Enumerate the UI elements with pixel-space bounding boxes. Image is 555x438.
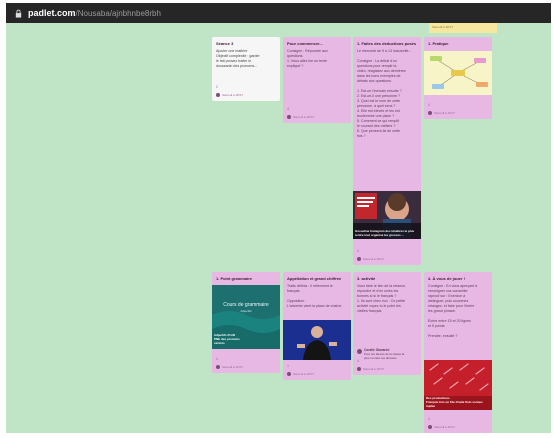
avatar [287, 115, 291, 119]
comment-count-value: 4 [357, 249, 359, 253]
post-title: 3. activité [357, 276, 376, 281]
video-thumbnail[interactable]: Cours de grammaire Adjectifs Adjectifs P… [212, 285, 280, 349]
avatar [287, 372, 291, 376]
browser-address-bar[interactable]: padlet.com/Nousaba/ajnbhnbe8rbh [6, 3, 551, 23]
post-title: 1. Faites des deductions posés [357, 41, 417, 46]
post-body: Vous faire le lien de la relance, répond… [357, 284, 406, 313]
mind-map-image [424, 51, 492, 95]
post-title: 1. Pratique [428, 41, 449, 46]
avatar [357, 367, 361, 371]
post-body: Traits définis : Il retiennent le frança… [287, 284, 342, 308]
comment-count[interactable]: 4 [428, 417, 430, 421]
avatar [216, 365, 220, 369]
post-card-pour-commencer[interactable]: Pour commencer... Consigne : Répondre au… [283, 37, 351, 123]
comment-count[interactable]: 4 [357, 249, 359, 253]
video-presenter-art [283, 320, 351, 360]
lock-icon [15, 9, 22, 18]
post-body: Consigne : Répondre aux questions. 1. Vo… [287, 49, 328, 68]
video-thumbnail[interactable]: Gosseline Instagram des ténèbres le plus… [353, 191, 421, 239]
url-path[interactable]: /Nousaba/ajnbhnbe8rbh [76, 9, 161, 18]
post-card-activite[interactable]: 3. activité Vous faire le lien de la rel… [353, 272, 421, 375]
post-title: 4. À vous de jouer ! [428, 276, 465, 281]
post-title: Pour commencer... [287, 41, 323, 46]
video-caption: Adjectifs Profil PNE des pronoms centrés [214, 333, 240, 345]
comment-count[interactable]: 4 [357, 359, 359, 363]
avatar [428, 111, 432, 115]
post-footer: Samedi à 18:07 [428, 424, 488, 430]
video-thumbnail[interactable] [283, 320, 351, 360]
comment-count[interactable]: 4 [287, 107, 289, 111]
post-body: Le mercredi de 9 à 13 inclusivité... Con… [357, 49, 412, 138]
post-author: Samedi à 18:07 [222, 365, 244, 369]
post-card-appellation[interactable]: Appellation et grand chiffrée Traits déf… [283, 272, 351, 380]
post-footer: Samedi à 18:07 [357, 256, 417, 262]
avatar [428, 425, 432, 429]
post-author: Samedi à 18:07 [293, 372, 315, 376]
post-image[interactable] [424, 51, 492, 95]
avatar [357, 257, 361, 261]
comment-count[interactable]: 2 [216, 85, 218, 89]
post-author: Samedi à 18:07 [434, 425, 456, 429]
post-author: Samedi à 18:07 [363, 367, 385, 371]
post-card-deductions[interactable]: 1. Faites des deductions posés Le mercre… [353, 37, 421, 265]
comment-count-value: 1 [287, 364, 289, 368]
post-footer: Samedi à 18:07 [287, 114, 347, 120]
post-card-point-grammaire[interactable]: 1. Point grammaire Cours de grammaire Ad… [212, 272, 280, 373]
video-subtitle: Adjectifs [240, 309, 252, 313]
post-footer: Samedi à 18:07 [216, 364, 276, 370]
padlet-board: Samedi à 18:07 Séance 3 Ajouter une mati… [6, 23, 551, 433]
quote-text: Pour les élèves de la classe la plus ne … [364, 352, 405, 360]
post-card-pratique[interactable]: 1. Pratique 4 Samedi à 18:07 [424, 37, 492, 119]
url-domain[interactable]: padlet.com [28, 8, 76, 18]
comment-count-value: 4 [216, 357, 218, 361]
post-footer: Samedi à 18:07 [357, 366, 417, 372]
post-body: Consigne : En vous aperçant à renseigner… [428, 284, 478, 338]
video-title: Cours de grammaire [223, 302, 269, 308]
post-title: 1. Point grammaire [216, 276, 253, 281]
post-card-seance[interactable]: Séance 3 Ajouter une matière Objectif co… [212, 37, 280, 101]
post-footer: Samedi à 18:07 [216, 92, 276, 98]
post-title: Appellation et grand chiffrée [287, 276, 342, 281]
post-body: Ajouter une matière Objectif complexite … [216, 49, 260, 68]
comment-count-value: 4 [428, 103, 430, 107]
comment-count[interactable]: 1 [287, 364, 289, 368]
comment-count[interactable]: 4 [428, 103, 430, 107]
avatar [357, 349, 362, 354]
quote-block: Coralie Giavarini Pour les élèves de la … [357, 348, 417, 360]
comment-count-value: 4 [428, 417, 430, 421]
post-author: Samedi à 18:07 [222, 93, 244, 97]
post-stub-text: Samedi à 18:07 [432, 25, 454, 29]
comment-count-value: 2 [216, 85, 218, 89]
post-image[interactable]: Des productions Français très en 10e d'a… [424, 360, 492, 410]
post-footer: Samedi à 18:07 [287, 371, 347, 377]
comment-count-value: 4 [357, 359, 359, 363]
post-title: Séance 3 [216, 41, 234, 46]
post-author: Samedi à 18:07 [434, 111, 456, 115]
comment-count-value: 4 [287, 107, 289, 111]
avatar [216, 93, 220, 97]
comment-count[interactable]: 4 [216, 357, 218, 361]
post-footer: Samedi à 18:07 [428, 110, 488, 116]
video-caption: Gosseline Instagram des ténèbres le plus… [355, 229, 415, 237]
post-card-a-vous-de-jouer[interactable]: 4. À vous de jouer ! Consigne : En vous … [424, 272, 492, 433]
post-author: Samedi à 18:07 [363, 257, 385, 261]
image-caption: Des productions Français très en 10e d'a… [426, 396, 483, 408]
post-stub[interactable]: Samedi à 18:07 [429, 23, 497, 33]
post-author: Samedi à 18:07 [293, 115, 315, 119]
